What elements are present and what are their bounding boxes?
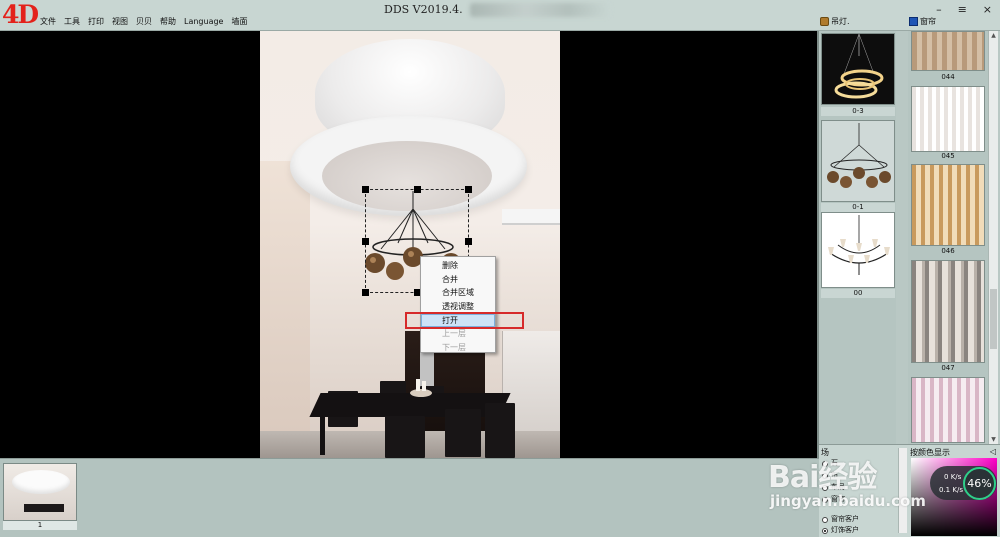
tab-lamps[interactable]: 吊灯. xyxy=(820,16,850,27)
air-conditioner xyxy=(502,209,560,225)
tab-lamps-label: 吊灯. xyxy=(831,17,850,26)
radio-button[interactable] xyxy=(822,516,828,523)
menu-view[interactable]: 视图 xyxy=(108,16,132,27)
menu-icon[interactable]: ≡ xyxy=(958,3,967,16)
resize-handle[interactable] xyxy=(465,238,472,245)
scroll-thumb[interactable] xyxy=(990,289,997,349)
menu-item-layer-up: 上一层 xyxy=(442,329,466,339)
app-logo: 4D xyxy=(2,0,39,29)
app-title: DDS V2019.4. xyxy=(384,3,463,16)
resize-handle[interactable] xyxy=(414,186,421,193)
menu-tools[interactable]: 工具 xyxy=(60,16,84,27)
lamp-label: 0-3 xyxy=(821,107,895,116)
color-panel-title: 按颜色显示 xyxy=(910,448,950,457)
radio-button[interactable] xyxy=(822,527,828,534)
candle xyxy=(416,379,420,391)
resize-handle[interactable] xyxy=(465,186,472,193)
lamp-label: 0-1 xyxy=(821,203,895,212)
lamp-label: 00 xyxy=(821,289,895,298)
table-leg xyxy=(320,415,325,455)
candle-chandelier-icon xyxy=(828,215,890,275)
thumbnail-label: 1 xyxy=(3,521,77,530)
blurred-title-region xyxy=(470,3,610,17)
menu-item-layer-down: 下一层 xyxy=(442,343,466,353)
curtain-label: 044 xyxy=(941,73,955,81)
annotation-highlight-box xyxy=(405,312,524,329)
upload-speed: 0 K/s xyxy=(944,473,962,481)
menu-wall[interactable]: 墙面 xyxy=(227,16,251,27)
curtain-item[interactable] xyxy=(911,31,985,71)
collapse-arrow-icon[interactable]: ◁ xyxy=(990,447,996,456)
watermark-brand: Bai经验 xyxy=(768,460,877,495)
scroll-up-icon[interactable]: ▲ xyxy=(989,31,998,40)
lamp-icon xyxy=(820,17,829,26)
window-controls: – ≡ × xyxy=(936,3,992,16)
chandelier-icon xyxy=(827,123,891,188)
menu-language[interactable]: Language xyxy=(180,16,227,27)
curtain-item[interactable] xyxy=(911,377,985,443)
catalog-scrollbar[interactable]: ▲ ▼ xyxy=(988,31,998,444)
resize-handle[interactable] xyxy=(362,186,369,193)
lamp-catalog: 0-3 0-1 00 xyxy=(819,31,896,444)
candle xyxy=(422,381,426,391)
menu-item-merge[interactable]: 合并 xyxy=(421,273,495,287)
left-wall xyxy=(260,161,310,458)
menu-item-delete[interactable]: 删除 xyxy=(421,259,495,273)
curtain-label: 046 xyxy=(941,247,955,255)
menu-print[interactable]: 打印 xyxy=(84,16,108,27)
menu-help[interactable]: 帮助 xyxy=(156,16,180,27)
curtain-icon xyxy=(909,17,918,26)
title-bar: 4D 文件 工具 打印 视图 贝贝 帮助 Language 墙面 DDS V20… xyxy=(0,0,1000,31)
lamp-item[interactable] xyxy=(821,120,895,202)
menu-beibei[interactable]: 贝贝 xyxy=(132,16,156,27)
download-speed: 0.1 K/s xyxy=(939,486,963,494)
curtain-item[interactable] xyxy=(911,86,985,152)
scroll-down-icon[interactable]: ▼ xyxy=(989,435,998,444)
thumbnail-ceiling xyxy=(12,470,70,494)
thumbnail-strip: 1 xyxy=(0,458,819,537)
close-button[interactable]: × xyxy=(983,3,992,16)
centerpiece xyxy=(410,389,432,397)
tab-curtains-label: 窗帘 xyxy=(920,17,936,26)
curtain-label: 047 xyxy=(941,364,955,372)
menu-file[interactable]: 文件 xyxy=(36,16,60,27)
curtain-catalog: 044 045 046 047 xyxy=(908,31,988,444)
context-menu: 删除 合并 合并区域 透视调整 打开 上一层 下一层 xyxy=(420,256,496,353)
option-row[interactable]: 窗帘客户 xyxy=(822,515,859,524)
menu-item-merge-region[interactable]: 合并区域 xyxy=(421,286,495,300)
chair xyxy=(445,409,481,457)
menu-bar: 文件 工具 打印 视图 贝贝 帮助 Language 墙面 xyxy=(36,16,251,27)
minimize-button[interactable]: – xyxy=(936,3,942,16)
thumbnail-table xyxy=(24,504,64,512)
options-scrollbar[interactable] xyxy=(898,448,907,533)
tab-curtains[interactable]: 窗帘 xyxy=(909,16,936,27)
curtain-item[interactable] xyxy=(911,164,985,246)
curtain-label: 045 xyxy=(941,152,955,160)
lamp-item[interactable] xyxy=(821,33,895,105)
usage-percent: 46% xyxy=(963,467,996,500)
ring-lamp-icon xyxy=(834,34,884,99)
curtain-item[interactable] xyxy=(911,260,985,363)
option-label: 窗帘客户 xyxy=(831,515,859,523)
resize-handle[interactable] xyxy=(362,238,369,245)
option-label: 灯饰客户 xyxy=(831,526,859,534)
lamp-item[interactable] xyxy=(821,212,895,288)
option-row[interactable]: 灯饰客户 xyxy=(822,526,859,535)
chair xyxy=(385,416,425,458)
resize-handle[interactable] xyxy=(362,289,369,296)
watermark-url: jingyan.baidu.com xyxy=(770,492,926,510)
chair xyxy=(485,403,515,458)
scene-thumbnail[interactable] xyxy=(3,463,77,521)
